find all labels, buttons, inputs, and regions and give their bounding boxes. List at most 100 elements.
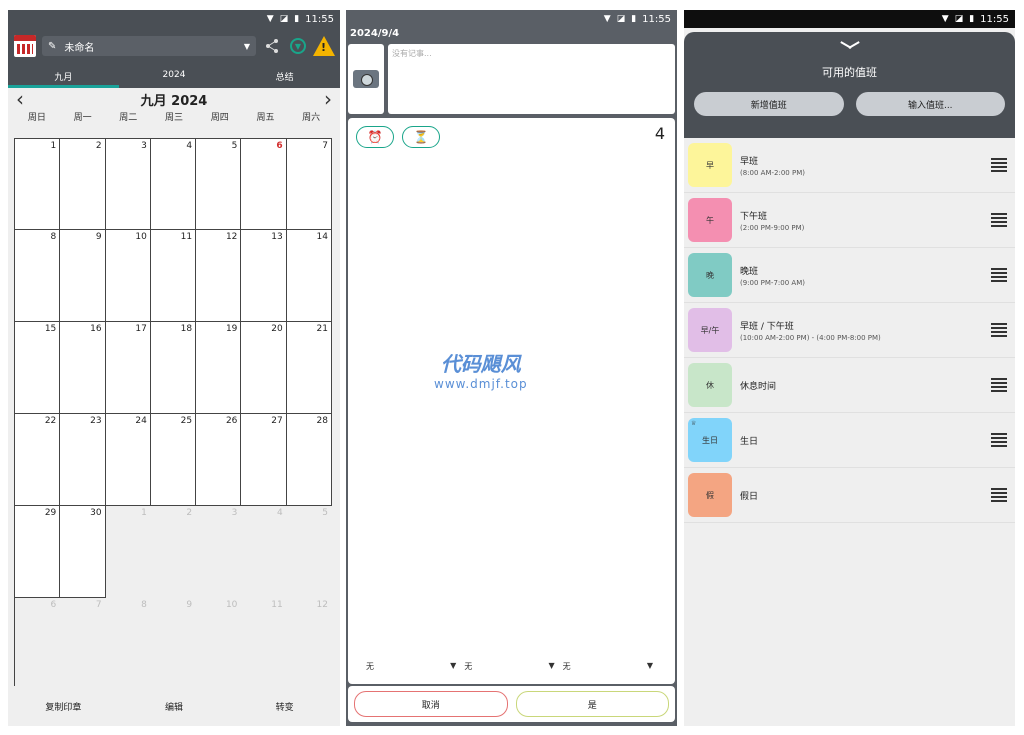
calendar-day[interactable]: 4 — [150, 138, 197, 230]
calendar-day[interactable]: 21 — [286, 322, 332, 414]
drag-handle-icon[interactable] — [991, 268, 1007, 282]
timer-icon[interactable]: ⏳ — [402, 126, 440, 148]
status-time: 11:55 — [305, 13, 334, 25]
tab-year[interactable]: 2024 — [119, 64, 230, 88]
drag-handle-icon[interactable] — [991, 213, 1007, 227]
day-number: 9 — [95, 232, 102, 242]
warning-icon[interactable]: ! — [313, 36, 335, 56]
shift-text: 晚班 (9:00 PM-7:00 AM) — [740, 264, 991, 287]
calendar-day[interactable]: 30 — [60, 506, 106, 598]
alarm-clock-icon[interactable]: ⏰ — [356, 126, 394, 148]
day-number: 25 — [180, 416, 193, 426]
calendar-day[interactable]: 10 — [105, 230, 151, 322]
calendar-header: ▼ ◪ ▮ 11:55 ✎ 未命名 ▼ ▼ ! 九月 2024 总结 — [8, 10, 340, 88]
shift-item[interactable]: 休 休息时间 — [684, 358, 1015, 413]
calendar-day[interactable]: 16 — [60, 322, 106, 414]
calendar-day[interactable]: 6 — [241, 138, 287, 230]
shift-item[interactable]: 早/午 早班 / 下午班 (10:00 AM-2:00 PM) - (4:00 PM… — [684, 303, 1015, 358]
calendar-day[interactable]: 12 — [196, 230, 242, 322]
shift-dropdown-1[interactable]: 无 ▼ — [366, 661, 464, 672]
shift-dropdown-2[interactable]: 无 ▼ — [464, 661, 562, 672]
calendar-day[interactable]: 1 — [14, 138, 61, 230]
weekday-label: 周四 — [210, 113, 229, 123]
calendar-day[interactable]: 18 — [150, 322, 197, 414]
share-icon[interactable] — [262, 36, 282, 56]
shift-name: 下午班 — [740, 211, 768, 222]
calendar-day[interactable]: 5 — [196, 138, 242, 230]
calendar-tabs: 九月 2024 总结 — [8, 64, 340, 88]
calendar-day[interactable]: 26 — [196, 414, 242, 506]
battery-icon: ▮ — [294, 14, 300, 24]
sync-icon[interactable]: ▼ — [288, 36, 308, 56]
day-number: 8 — [50, 232, 57, 242]
status-bar: ▼ ◪ ▮ 11:55 — [8, 10, 340, 28]
camera-button[interactable] — [348, 44, 384, 114]
weekday-header: 周日 周一 周二 周三 周四 周五 周六 — [8, 110, 340, 124]
switch-button[interactable]: 转变 — [229, 700, 340, 713]
day-number: 21 — [316, 324, 328, 334]
calendar-day[interactable]: 2 — [60, 138, 106, 230]
drag-handle-icon[interactable] — [991, 158, 1007, 172]
day-number: 27 — [271, 416, 283, 426]
calendar-screen: ▼ ◪ ▮ 11:55 ✎ 未命名 ▼ ▼ ! 九月 2024 总结 ‹ 九月 … — [8, 10, 340, 726]
next-month-icon[interactable]: › — [324, 89, 332, 109]
shift-time: (10:00 AM-2:00 PM) - (4:00 PM-8:00 PM) — [740, 333, 881, 342]
tab-month[interactable]: 九月 — [8, 64, 119, 88]
calendar-day[interactable]: 24 — [105, 414, 151, 506]
cancel-button[interactable]: 取消 — [354, 691, 508, 717]
shift-item[interactable]: 午 下午班 (2:00 PM-9:00 PM) — [684, 193, 1015, 248]
day-detail-panel: ⏰ ⏳ 4 代码飓风 www.dmjf.top 无 ▼ 无 ▼ 无 ▼ — [348, 118, 675, 684]
calendar-day[interactable]: 19 — [196, 322, 242, 414]
app-logo-icon[interactable] — [14, 35, 36, 57]
calendar-day[interactable]: 8 — [14, 230, 61, 322]
note-input[interactable]: 没有记事... — [388, 44, 675, 114]
calendar-day[interactable]: 20 — [241, 322, 287, 414]
calendar-day[interactable]: 29 — [14, 506, 61, 598]
calendar-name-field[interactable]: ✎ 未命名 ▼ — [42, 36, 256, 56]
camera-icon — [353, 70, 379, 88]
drag-handle-icon[interactable] — [991, 488, 1007, 502]
day-number: 29 — [44, 508, 57, 518]
shifts-sheet-header: 可用的值班 新增值班 输入值班... — [684, 32, 1015, 138]
edit-button[interactable]: 编辑 — [119, 700, 230, 713]
selected-date: 2024/9/4 — [350, 28, 400, 39]
tab-summary[interactable]: 总结 — [229, 64, 340, 88]
calendar-day[interactable]: 9 — [60, 230, 106, 322]
day-number: 10 — [225, 600, 238, 610]
notes-row: 没有记事... — [346, 44, 677, 114]
calendar-day[interactable]: 3 — [105, 138, 151, 230]
calendar-day[interactable]: 28 — [286, 414, 332, 506]
day-number: 5 — [231, 141, 238, 151]
calendar-day[interactable]: 11 — [150, 230, 197, 322]
calendar-day[interactable]: 7 — [286, 138, 332, 230]
calendar-day[interactable]: 22 — [14, 414, 61, 506]
copy-stamp-button[interactable]: 复制印章 — [8, 700, 119, 713]
calendar-day[interactable]: 14 — [286, 230, 332, 322]
pencil-icon: ✎ — [48, 40, 57, 52]
drag-handle-icon[interactable] — [991, 433, 1007, 447]
shift-item[interactable]: 晚 晚班 (9:00 PM-7:00 AM) — [684, 248, 1015, 303]
calendar-day[interactable]: 25 — [150, 414, 197, 506]
calendar-day-outside: 6 — [14, 598, 60, 690]
day-number: 7 — [95, 600, 102, 610]
drag-handle-icon[interactable] — [991, 323, 1007, 337]
day-number: 12 — [316, 600, 328, 610]
confirm-button[interactable]: 是 — [515, 691, 669, 717]
shift-name: 晚班 — [740, 266, 759, 277]
signal-icon: ◪ — [616, 14, 626, 24]
shift-badge: 早/午 — [700, 325, 720, 335]
input-shift-button[interactable]: 输入值班... — [855, 92, 1005, 116]
shift-item[interactable]: 假 假日 — [684, 468, 1015, 523]
calendar-day[interactable]: 23 — [60, 414, 106, 506]
shift-item[interactable]: 早 早班 (8:00 AM-2:00 PM) — [684, 138, 1015, 193]
drag-handle-icon[interactable] — [991, 378, 1007, 392]
prev-month-icon[interactable]: ‹ — [16, 89, 24, 109]
collapse-chevron-icon[interactable] — [840, 40, 860, 52]
shift-dropdown-3[interactable]: 无 ▼ — [563, 661, 661, 672]
calendar-day[interactable]: 15 — [14, 322, 61, 414]
calendar-day[interactable]: 17 — [105, 322, 151, 414]
calendar-day[interactable]: 13 — [241, 230, 287, 322]
calendar-day[interactable]: 27 — [241, 414, 287, 506]
shift-item[interactable]: ♕ 生日 生日 — [684, 413, 1015, 468]
add-shift-button[interactable]: 新增值班 — [694, 92, 844, 116]
